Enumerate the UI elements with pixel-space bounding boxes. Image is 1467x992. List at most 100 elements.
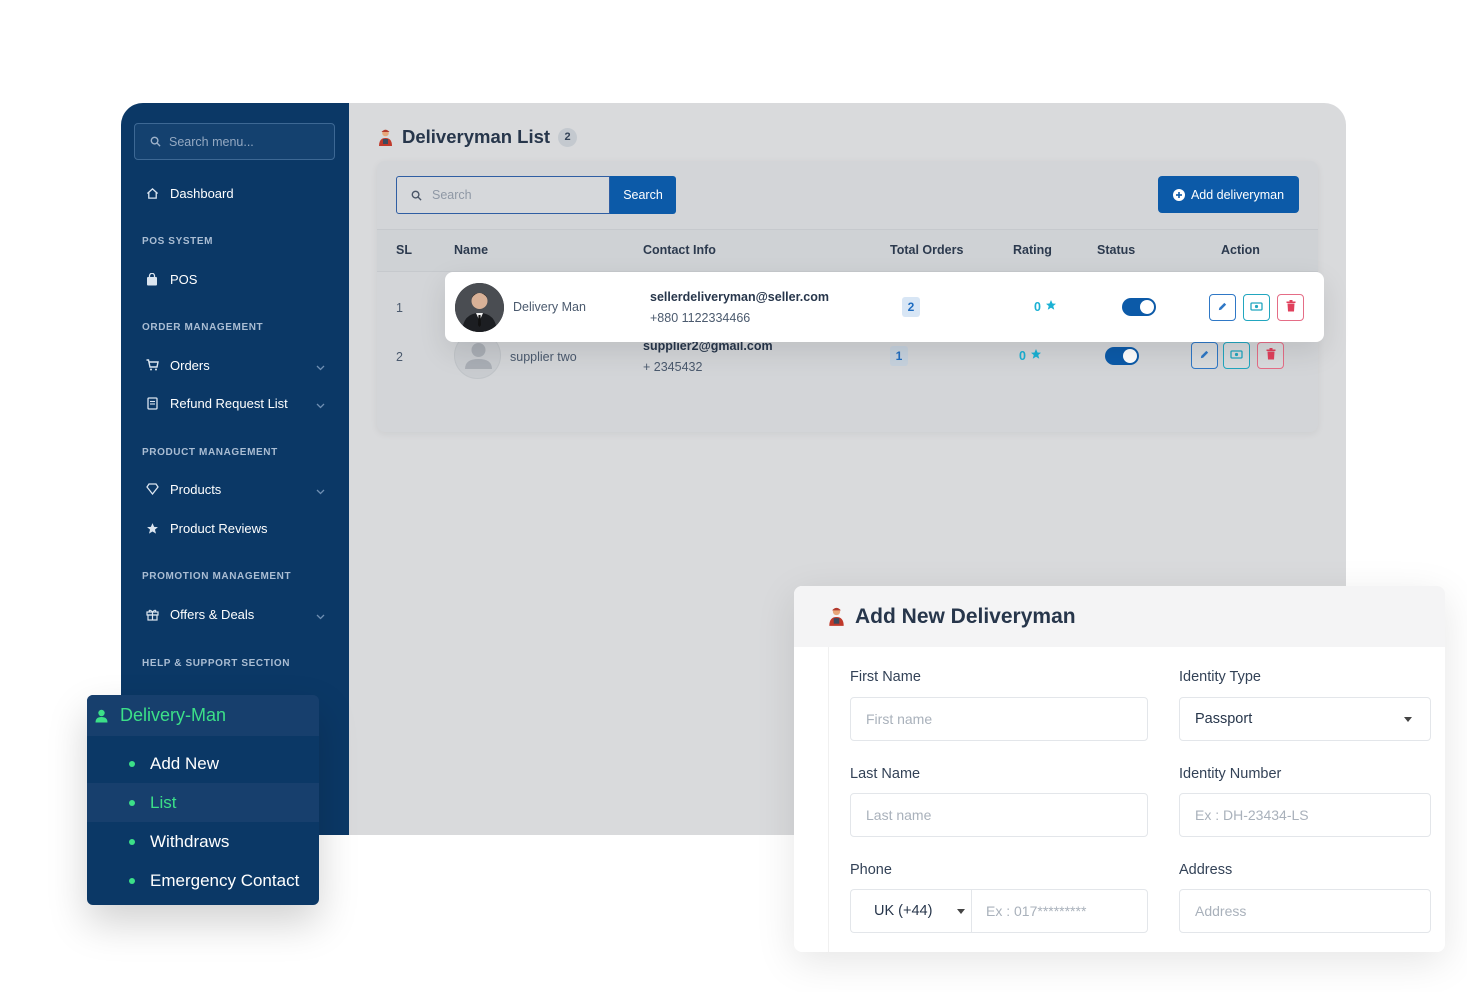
- last-name-input[interactable]: [850, 793, 1148, 837]
- home-icon: [145, 186, 159, 200]
- sidebar-item-orders[interactable]: Orders: [145, 354, 325, 376]
- menu-item-emergency-contact[interactable]: Emergency Contact: [87, 861, 319, 900]
- column-header-sl: SL: [396, 243, 412, 257]
- view-button[interactable]: [1243, 294, 1270, 321]
- bag-icon: [145, 272, 159, 286]
- sidebar-item-label: Products: [170, 481, 222, 497]
- section-pos: POS SYSTEM: [142, 236, 214, 247]
- sidebar-search[interactable]: [134, 123, 335, 160]
- menu-item-label: List: [150, 792, 177, 812]
- trash-icon: [1266, 347, 1276, 365]
- delete-button[interactable]: [1257, 342, 1284, 369]
- section-promotion: PROMOTION MANAGEMENT: [142, 571, 292, 582]
- table-row: 2 supplier two supplier2@gmail.com + 234…: [377, 332, 1318, 409]
- country-code-value: UK (+44): [874, 903, 933, 919]
- gift-icon: [145, 607, 159, 621]
- section-help: HELP & SUPPORT SECTION: [142, 658, 291, 669]
- rating: 0: [1034, 299, 1057, 314]
- chevron-down-icon: [316, 397, 325, 412]
- search-icon: [411, 190, 422, 201]
- column-header-orders: Total Orders: [890, 243, 964, 257]
- deliveryman-menu: Delivery-Man Add New List Withdraws Emer…: [87, 695, 319, 905]
- money-icon: [1250, 299, 1263, 317]
- receipt-icon: [145, 396, 159, 410]
- identity-type-label: Identity Type: [1179, 669, 1261, 685]
- sidebar-item-refund[interactable]: Refund Request List: [145, 392, 325, 414]
- rating-value: 0: [1034, 299, 1041, 314]
- sidebar-item-reviews[interactable]: Product Reviews: [145, 517, 325, 539]
- status-toggle[interactable]: [1122, 298, 1156, 316]
- phone-label: Phone: [850, 862, 892, 878]
- count-badge: 2: [558, 127, 578, 147]
- status-toggle[interactable]: [1105, 347, 1139, 365]
- row-name: Delivery Man: [513, 300, 586, 314]
- sidebar-item-dashboard[interactable]: Dashboard: [145, 182, 325, 204]
- edit-button[interactable]: [1209, 294, 1236, 321]
- sidebar-item-label: Product Reviews: [170, 520, 268, 536]
- table-search-input[interactable]: [432, 188, 602, 202]
- edit-button[interactable]: [1191, 342, 1218, 369]
- pencil-icon: [1217, 299, 1228, 317]
- first-name-input[interactable]: [850, 697, 1148, 741]
- chevron-down-icon: [316, 608, 325, 623]
- address-input[interactable]: [1179, 889, 1431, 933]
- add-deliveryman-label: Add deliveryman: [1190, 187, 1285, 202]
- avatar: [455, 283, 504, 332]
- pencil-icon: [1199, 347, 1210, 365]
- caret-down-icon: [957, 909, 965, 914]
- row-name: supplier two: [510, 350, 577, 364]
- row-sl: 1: [396, 301, 403, 315]
- identity-number-label: Identity Number: [1179, 766, 1282, 782]
- menu-item-label: Emergency Contact: [150, 870, 300, 890]
- last-name-label: Last Name: [850, 766, 921, 782]
- row-phone: +880 1122334466: [650, 311, 751, 325]
- add-deliveryman-form: Add New Deliveryman First Name Last Name…: [794, 586, 1445, 952]
- delete-button[interactable]: [1277, 294, 1304, 321]
- cart-icon: [145, 358, 159, 372]
- page-title: Deliveryman List: [402, 126, 551, 147]
- rating: 0: [1019, 348, 1042, 363]
- form-header: Add New Deliveryman: [794, 586, 1445, 647]
- deliveryman-menu-header[interactable]: Delivery-Man: [87, 695, 319, 736]
- chevron-down-icon: [316, 483, 325, 498]
- search-icon: [150, 136, 161, 147]
- column-header-name: Name: [454, 243, 489, 257]
- row-phone: + 2345432: [643, 360, 703, 374]
- column-header-status: Status: [1097, 243, 1136, 257]
- view-button[interactable]: [1223, 342, 1250, 369]
- identity-number-input[interactable]: [1179, 793, 1431, 837]
- address-label: Address: [1179, 862, 1233, 878]
- table-header: SL Name Contact Info Total Orders Rating…: [377, 229, 1318, 272]
- phone-input[interactable]: [971, 889, 1148, 933]
- diamond-icon: [145, 482, 159, 496]
- search-button[interactable]: Search: [610, 176, 676, 214]
- caret-down-icon: [1404, 717, 1412, 722]
- first-name-label: First Name: [850, 669, 921, 685]
- table-row-highlighted: Delivery Man sellerdeliveryman@seller.co…: [445, 272, 1324, 342]
- identity-type-select[interactable]: Passport: [1179, 697, 1431, 741]
- deliveryman-icon: [827, 606, 846, 627]
- menu-item-withdraws[interactable]: Withdraws: [87, 822, 319, 861]
- deliveryman-menu-title: Delivery-Man: [120, 705, 227, 725]
- sidebar-item-products[interactable]: Products: [145, 478, 325, 500]
- sidebar-item-label: Dashboard: [170, 185, 234, 201]
- sidebar-item-label: POS: [170, 271, 198, 287]
- sidebar-item-pos[interactable]: POS: [145, 268, 325, 290]
- row-sl: 2: [396, 350, 403, 364]
- deliveryman-icon: [377, 128, 394, 147]
- section-products: PRODUCT MANAGEMENT: [142, 447, 278, 458]
- chevron-down-icon: [316, 359, 325, 374]
- sidebar-item-label: Offers & Deals: [170, 606, 255, 622]
- rating-value: 0: [1019, 348, 1026, 363]
- form-title: Add New Deliveryman: [855, 604, 1076, 628]
- menu-item-list[interactable]: List: [87, 783, 319, 822]
- menu-item-add-new[interactable]: Add New: [87, 744, 319, 783]
- country-code-select[interactable]: UK (+44): [850, 889, 971, 933]
- menu-item-label: Add New: [150, 753, 219, 773]
- sidebar-search-input[interactable]: [169, 134, 329, 149]
- add-deliveryman-button[interactable]: Add deliveryman: [1158, 176, 1299, 213]
- orders-badge: 2: [902, 297, 920, 317]
- star-icon: [145, 521, 159, 535]
- sidebar-item-offers[interactable]: Offers & Deals: [145, 603, 325, 625]
- table-search[interactable]: [396, 176, 610, 214]
